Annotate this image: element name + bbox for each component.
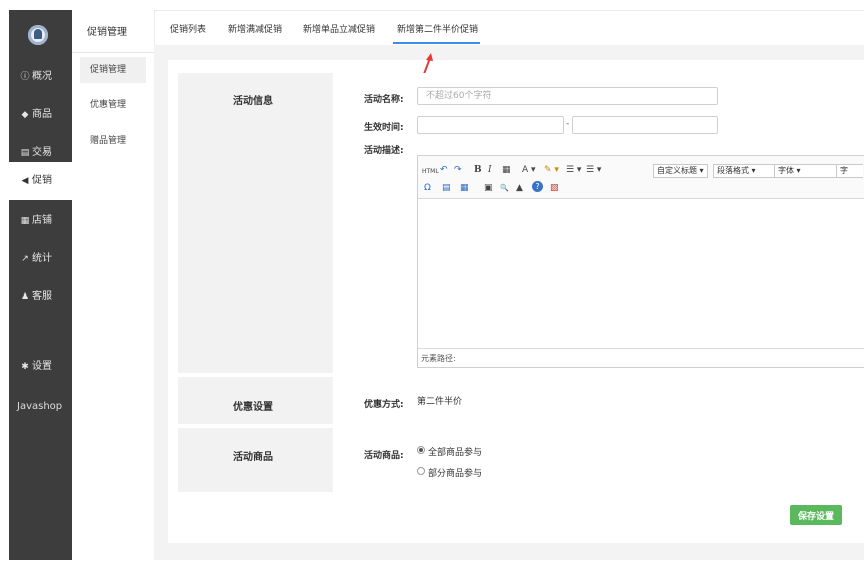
- sidebar-item-overview[interactable]: ⓘ 概况: [9, 58, 72, 96]
- effective-time-label: 生效时间:: [364, 123, 404, 133]
- activity-name-label: 活动名称:: [364, 95, 404, 105]
- discount-section: [178, 377, 864, 424]
- main-sidebar: ⓘ 概况 ◆ 商品 ▤ 交易 ◀ 促销 ▦ 店铺 ↗ 统计 ♟ 客服 ✱ 设置 Javashop: [9, 10, 72, 560]
- select-value: 字体: [778, 166, 794, 175]
- submenu-item-gift[interactable]: 赠品管理: [80, 128, 146, 154]
- brand-name: Javashop: [17, 401, 63, 412]
- ordered-list-icon[interactable]: ☰ ▾: [566, 164, 581, 176]
- activity-name-input[interactable]: [417, 87, 718, 105]
- image-icon[interactable]: ▦: [460, 182, 469, 194]
- partial-goods-label[interactable]: 部分商品参与: [428, 466, 482, 479]
- activity-desc-label: 活动描述:: [364, 146, 404, 156]
- sidebar-item-service[interactable]: ♟ 客服: [9, 278, 72, 316]
- tag-icon: ◆: [21, 110, 29, 120]
- editor-content-area[interactable]: [418, 199, 864, 349]
- submenu-item-discount[interactable]: 优惠管理: [80, 92, 146, 118]
- element-path-label: 元素路径:: [421, 354, 456, 363]
- highlight-icon[interactable]: ✎ ▾: [544, 164, 559, 176]
- sidebar-item-promotion[interactable]: ◀ 促销: [9, 162, 72, 200]
- discount-method-label: 优惠方式:: [364, 400, 404, 410]
- save-settings-button[interactable]: 保存设置: [790, 505, 842, 525]
- goods-title: 活动商品: [233, 452, 273, 463]
- goods-section: [178, 428, 864, 492]
- sidebar-item-label: 促销: [32, 175, 52, 186]
- sidebar-item-label: 客服: [32, 291, 52, 302]
- divider: [72, 52, 154, 53]
- draft-icon[interactable]: ▨: [550, 182, 559, 194]
- active-tab-indicator: [393, 42, 480, 44]
- chart-line-icon: ↗: [21, 254, 29, 264]
- select-value: 自定义标题: [657, 166, 697, 175]
- store-icon: ▦: [20, 216, 30, 226]
- rich-text-editor: HTML ↶ ↷ B I ▦ A ▾ ✎ ▾ ☰ ▾ ☰ ▾ 自定义标题 ▾ 段…: [417, 155, 864, 368]
- search-replace-icon[interactable]: ▲: [516, 182, 523, 194]
- logo[interactable]: [9, 10, 72, 54]
- select-value: 字: [840, 166, 848, 175]
- time-separator: -: [566, 119, 570, 129]
- sidebar-item-label: 统计: [32, 253, 52, 264]
- sidebar-item-settings[interactable]: ✱ 设置: [9, 348, 72, 386]
- start-time-input[interactable]: [417, 116, 564, 134]
- sidebar-item-label: 商品: [32, 109, 52, 120]
- all-goods-label[interactable]: 全部商品参与: [428, 445, 482, 458]
- end-time-input[interactable]: [572, 116, 718, 134]
- gear-icon: ✱: [21, 362, 29, 372]
- section-field-column: [333, 377, 864, 424]
- tab-add-single-reduction[interactable]: 新增单品立减促销: [303, 22, 375, 35]
- tab-bar: 促销列表 新增满减促销 新增单品立减促销 新增第二件半价促销: [154, 10, 864, 46]
- section-label-column: [178, 73, 332, 373]
- avatar-icon: [28, 25, 48, 45]
- sidebar-item-label: 店铺: [32, 215, 52, 226]
- user-icon: ♟: [20, 292, 30, 302]
- sidebar-item-label: 概况: [32, 71, 52, 82]
- editor-toolbar: HTML ↶ ↷ B I ▦ A ▾ ✎ ▾ ☰ ▾ ☰ ▾ 自定义标题 ▾ 段…: [418, 156, 864, 199]
- sidebar-item-statistics[interactable]: ↗ 统计: [9, 240, 72, 278]
- preview-icon[interactable]: 🔍: [500, 182, 509, 194]
- submenu-item-promotion[interactable]: 促销管理: [80, 57, 146, 83]
- goods-label: 活动商品:: [364, 451, 404, 461]
- sidebar-item-label: 交易: [32, 147, 52, 158]
- special-char-icon[interactable]: Ω: [424, 182, 431, 194]
- help-icon[interactable]: ?: [532, 181, 543, 192]
- activity-info-title: 活动信息: [233, 96, 273, 107]
- print-icon[interactable]: ▣: [484, 182, 493, 194]
- redo-icon[interactable]: ↷: [454, 164, 462, 176]
- discount-method-value: 第二件半价: [417, 397, 463, 407]
- select-value: 段落格式: [717, 166, 749, 175]
- sidebar-item-goods[interactable]: ◆ 商品: [9, 96, 72, 134]
- sidebar-item-label: 设置: [32, 361, 52, 372]
- table-icon[interactable]: ▤: [442, 182, 451, 194]
- megaphone-icon: ◀: [21, 176, 29, 186]
- discount-title: 优惠设置: [233, 402, 273, 413]
- section-field-column: [333, 428, 864, 492]
- paragraph-format-select[interactable]: 段落格式 ▾: [713, 164, 775, 178]
- bold-icon[interactable]: B: [474, 164, 482, 176]
- font-size-select[interactable]: 字: [836, 164, 863, 178]
- partial-goods-radio[interactable]: [417, 467, 425, 475]
- italic-icon[interactable]: I: [488, 164, 492, 176]
- font-color-icon[interactable]: A ▾: [522, 164, 536, 176]
- all-goods-radio[interactable]: [417, 446, 425, 454]
- format-brush-icon[interactable]: ▦: [502, 164, 511, 176]
- font-family-select[interactable]: 字体 ▾: [774, 164, 838, 178]
- undo-icon[interactable]: ↶: [440, 164, 448, 176]
- submenu: 促销管理 促销管理 优惠管理 赠品管理: [72, 10, 155, 560]
- html-source-button[interactable]: HTML: [422, 166, 439, 178]
- editor-element-path: 元素路径:: [418, 348, 864, 367]
- custom-heading-select[interactable]: 自定义标题 ▾: [653, 164, 708, 178]
- submenu-title: 促销管理: [87, 27, 127, 38]
- tab-add-full-reduction[interactable]: 新增满减促销: [228, 22, 282, 35]
- tab-promotion-list[interactable]: 促销列表: [170, 22, 206, 35]
- unordered-list-icon[interactable]: ☰ ▾: [586, 164, 601, 176]
- tab-add-second-half-price[interactable]: 新增第二件半价促销: [397, 22, 478, 35]
- sidebar-item-shop[interactable]: ▦ 店铺: [9, 202, 72, 240]
- info-icon: ⓘ: [20, 72, 30, 82]
